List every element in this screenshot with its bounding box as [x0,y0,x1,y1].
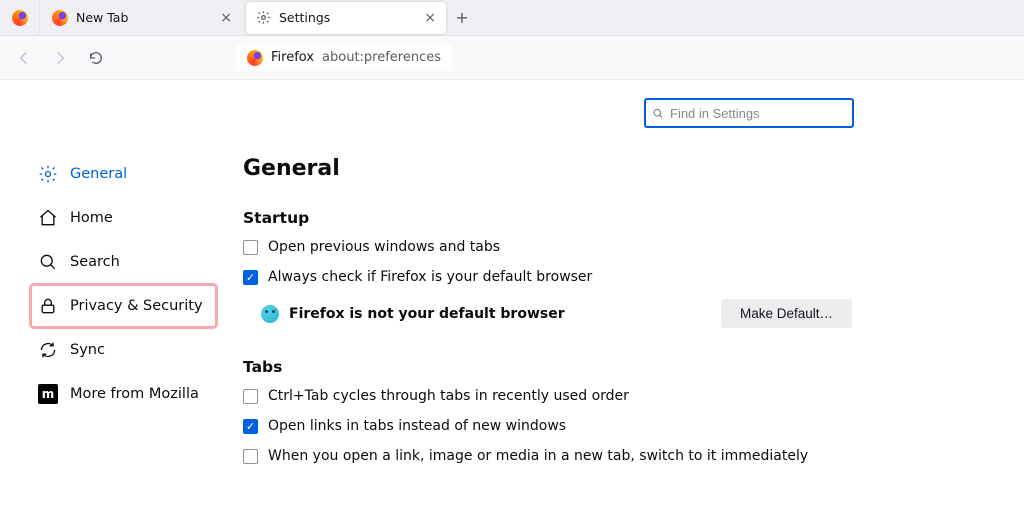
checkbox[interactable] [243,419,258,434]
sidebar-item-privacy[interactable]: Privacy & Security [32,286,215,326]
sync-icon [38,340,58,360]
sidebar-item-sync[interactable]: Sync [32,330,215,370]
option-label: When you open a link, image or media in … [268,448,808,464]
new-tab-button[interactable]: + [448,4,476,32]
option-ctrl-tab-order[interactable]: Ctrl+Tab cycles through tabs in recently… [243,388,994,404]
reload-button[interactable] [80,42,112,74]
mozilla-icon: m [38,384,58,404]
sidebar-item-label: Home [70,210,113,226]
reload-icon [88,50,104,66]
option-open-links-in-tabs[interactable]: Open links in tabs instead of new window… [243,418,994,434]
tab-strip: New Tab × Settings × + [0,0,1024,36]
back-button[interactable] [8,42,40,74]
firefox-logo-icon [12,10,28,26]
option-label: Open links in tabs instead of new window… [268,418,566,434]
nav-toolbar: Firefox about:preferences [0,36,1024,80]
url-text: about:preferences [322,50,441,65]
status-text: Firefox is not your default browser [289,306,721,322]
option-switch-immediately[interactable]: When you open a link, image or media in … [243,448,994,464]
search-icon [652,107,664,120]
app-menu-icon[interactable] [0,0,40,36]
tab-settings[interactable]: Settings × [246,2,446,34]
page-title: General [243,156,994,181]
option-open-previous[interactable]: Open previous windows and tabs [243,239,994,255]
firefox-logo-icon [247,50,263,66]
default-browser-status: Firefox is not your default browser Make… [261,299,994,328]
make-default-button[interactable]: Make Default… [721,299,852,328]
firefox-logo-icon [52,10,68,26]
address-bar[interactable]: Firefox about:preferences [236,45,452,71]
section-heading-startup: Startup [243,209,994,227]
tab-label: New Tab [76,10,128,25]
lock-icon [38,296,58,316]
home-icon [38,208,58,228]
option-label: Open previous windows and tabs [268,239,500,255]
sidebar-item-general[interactable]: General [32,154,215,194]
sidebar-item-label: General [70,166,127,182]
tab-new-tab[interactable]: New Tab × [42,2,242,34]
sidebar-item-label: Search [70,254,120,270]
checkbox[interactable] [243,270,258,285]
gear-icon [256,10,271,25]
checkbox[interactable] [243,389,258,404]
sidebar-item-label: Sync [70,342,105,358]
arrow-right-icon [52,50,68,66]
settings-sidebar: General Home Search Privacy & Security S [0,80,215,512]
section-heading-tabs: Tabs [243,358,994,376]
sidebar-item-search[interactable]: Search [32,242,215,282]
checkbox[interactable] [243,240,258,255]
close-icon[interactable]: × [424,10,436,26]
forward-button[interactable] [44,42,76,74]
sidebar-item-home[interactable]: Home [32,198,215,238]
settings-main: General Startup Open previous windows an… [215,80,1024,512]
option-label: Always check if Firefox is your default … [268,269,592,285]
settings-content: General Home Search Privacy & Security S [0,80,1024,512]
search-icon [38,252,58,272]
settings-search[interactable] [644,98,854,128]
sad-face-icon [261,305,279,323]
sidebar-item-label: Privacy & Security [70,298,203,314]
gear-icon [38,164,58,184]
close-icon[interactable]: × [220,10,232,26]
option-always-check-default[interactable]: Always check if Firefox is your default … [243,269,994,285]
sidebar-item-label: More from Mozilla [70,386,199,402]
identity-label: Firefox [271,50,314,65]
option-label: Ctrl+Tab cycles through tabs in recently… [268,388,629,404]
tab-label: Settings [279,10,330,25]
settings-search-input[interactable] [670,106,846,121]
arrow-left-icon [16,50,32,66]
checkbox[interactable] [243,449,258,464]
sidebar-item-more-mozilla[interactable]: m More from Mozilla [32,374,215,414]
